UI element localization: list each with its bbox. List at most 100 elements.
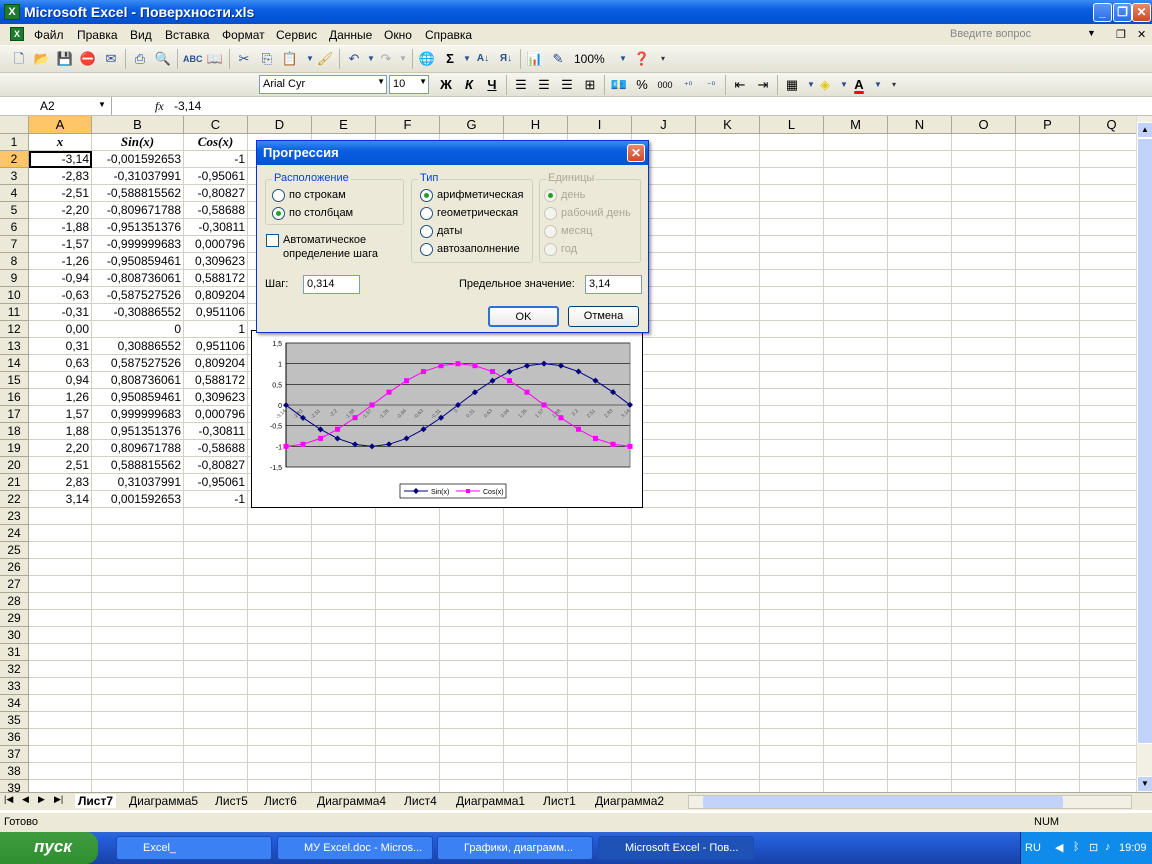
grid-cell[interactable] [696, 729, 760, 746]
font-size-select[interactable]: 10 ▼ [389, 75, 429, 94]
increase-indent-icon[interactable]: ⇥ [754, 76, 772, 94]
menu-tools[interactable]: Сервис [276, 28, 317, 42]
grid-cell[interactable] [824, 627, 888, 644]
grid-cell[interactable] [888, 576, 952, 593]
grid-cell[interactable]: 0,588172 [184, 372, 248, 389]
network-icon[interactable]: ⊡ [1089, 841, 1098, 854]
grid-cell[interactable] [184, 712, 248, 729]
radio-autofill[interactable]: автозаполнение [420, 242, 520, 258]
grid-cell[interactable] [632, 593, 696, 610]
grid-cell[interactable] [888, 355, 952, 372]
column-header[interactable]: K [696, 116, 760, 134]
grid-cell[interactable] [824, 491, 888, 508]
close-button[interactable]: ✕ [1132, 3, 1151, 22]
select-all-corner[interactable] [0, 116, 29, 134]
grid-cell[interactable]: 0,809671788 [92, 440, 184, 457]
grid-cell[interactable] [888, 695, 952, 712]
grid-cell[interactable]: -0,31 [29, 304, 92, 321]
toolbar-options-icon[interactable]: ▾ [654, 50, 672, 68]
grid-cell[interactable] [824, 457, 888, 474]
grid-cell[interactable] [312, 678, 376, 695]
grid-cell[interactable] [824, 321, 888, 338]
grid-cell[interactable] [952, 372, 1016, 389]
grid-cell[interactable] [1016, 508, 1080, 525]
grid-cell[interactable] [29, 678, 92, 695]
grid-cell[interactable] [632, 559, 696, 576]
row-header[interactable]: 2 [0, 151, 29, 168]
grid-cell[interactable] [952, 253, 1016, 270]
save-icon[interactable]: 💾 [56, 50, 74, 68]
step-input[interactable]: 0,314 [303, 275, 360, 294]
column-header[interactable]: L [760, 116, 824, 134]
grid-cell[interactable] [1080, 746, 1144, 763]
grid-cell[interactable] [888, 593, 952, 610]
grid-cell[interactable] [312, 542, 376, 559]
row-header[interactable]: 13 [0, 338, 29, 355]
grid-cell[interactable] [760, 763, 824, 780]
grid-cell[interactable] [1016, 270, 1080, 287]
grid-cell[interactable] [696, 712, 760, 729]
grid-cell[interactable] [888, 508, 952, 525]
tab-list6[interactable]: Лист6 [264, 794, 297, 808]
grid-cell[interactable]: 2,51 [29, 457, 92, 474]
format-painter-icon[interactable]: 🖌 [316, 50, 334, 68]
spelling-icon[interactable]: ABC [183, 50, 203, 68]
grid-cell[interactable] [184, 542, 248, 559]
grid-cell[interactable] [504, 661, 568, 678]
grid-cell[interactable] [696, 134, 760, 151]
grid-cell[interactable] [696, 508, 760, 525]
grid-cell[interactable]: -0,58688 [184, 440, 248, 457]
align-center-icon[interactable]: ☰ [535, 76, 553, 94]
radio-geometric[interactable]: геометрическая [420, 206, 518, 222]
grid-cell[interactable]: 0 [92, 321, 184, 338]
grid-cell[interactable] [440, 559, 504, 576]
fill-color-icon[interactable]: ◈ [816, 76, 834, 94]
grid-cell[interactable] [696, 746, 760, 763]
grid-cell[interactable] [888, 746, 952, 763]
grid-cell[interactable]: 0,63 [29, 355, 92, 372]
font-color-icon[interactable]: A [850, 76, 868, 94]
grid-cell[interactable] [1080, 491, 1144, 508]
minimize-button[interactable]: _ [1093, 3, 1112, 22]
grid-cell[interactable]: 0,950859461 [92, 389, 184, 406]
grid-cell[interactable] [1080, 661, 1144, 678]
grid-cell[interactable] [1080, 168, 1144, 185]
grid-cell[interactable] [504, 627, 568, 644]
grid-cell[interactable] [632, 542, 696, 559]
grid-cell[interactable] [568, 593, 632, 610]
grid-cell[interactable] [184, 508, 248, 525]
grid-cell[interactable] [696, 661, 760, 678]
grid-cell[interactable] [952, 440, 1016, 457]
grid-cell[interactable]: -2,51 [29, 185, 92, 202]
new-icon[interactable]: 🗋 [10, 50, 28, 68]
grid-cell[interactable] [696, 763, 760, 780]
grid-cell[interactable] [440, 542, 504, 559]
row-header[interactable]: 34 [0, 695, 29, 712]
sort-descending-icon[interactable]: Я↓ [497, 50, 515, 68]
grid-cell[interactable] [632, 644, 696, 661]
grid-cell[interactable] [760, 236, 824, 253]
grid-cell[interactable] [1016, 406, 1080, 423]
grid-cell[interactable] [248, 559, 312, 576]
grid-cell[interactable] [888, 304, 952, 321]
grid-cell[interactable] [760, 508, 824, 525]
bold-button[interactable]: Ж [437, 76, 455, 94]
drawing-icon[interactable]: ✎ [549, 50, 567, 68]
grid-cell[interactable] [248, 729, 312, 746]
grid-cell[interactable] [696, 457, 760, 474]
grid-cell[interactable] [952, 661, 1016, 678]
grid-cell[interactable] [440, 712, 504, 729]
grid-cell[interactable] [568, 695, 632, 712]
row-header[interactable]: 18 [0, 423, 29, 440]
grid-cell[interactable] [29, 695, 92, 712]
grid-cell[interactable]: 0,94 [29, 372, 92, 389]
grid-cell[interactable] [568, 746, 632, 763]
grid-cell[interactable] [824, 729, 888, 746]
grid-cell[interactable] [760, 542, 824, 559]
grid-cell[interactable] [696, 440, 760, 457]
grid-cell[interactable] [632, 576, 696, 593]
grid-cell[interactable] [1080, 151, 1144, 168]
row-header[interactable]: 12 [0, 321, 29, 338]
grid-cell[interactable] [824, 525, 888, 542]
toolbar-options-icon[interactable]: ▾ [885, 76, 903, 94]
